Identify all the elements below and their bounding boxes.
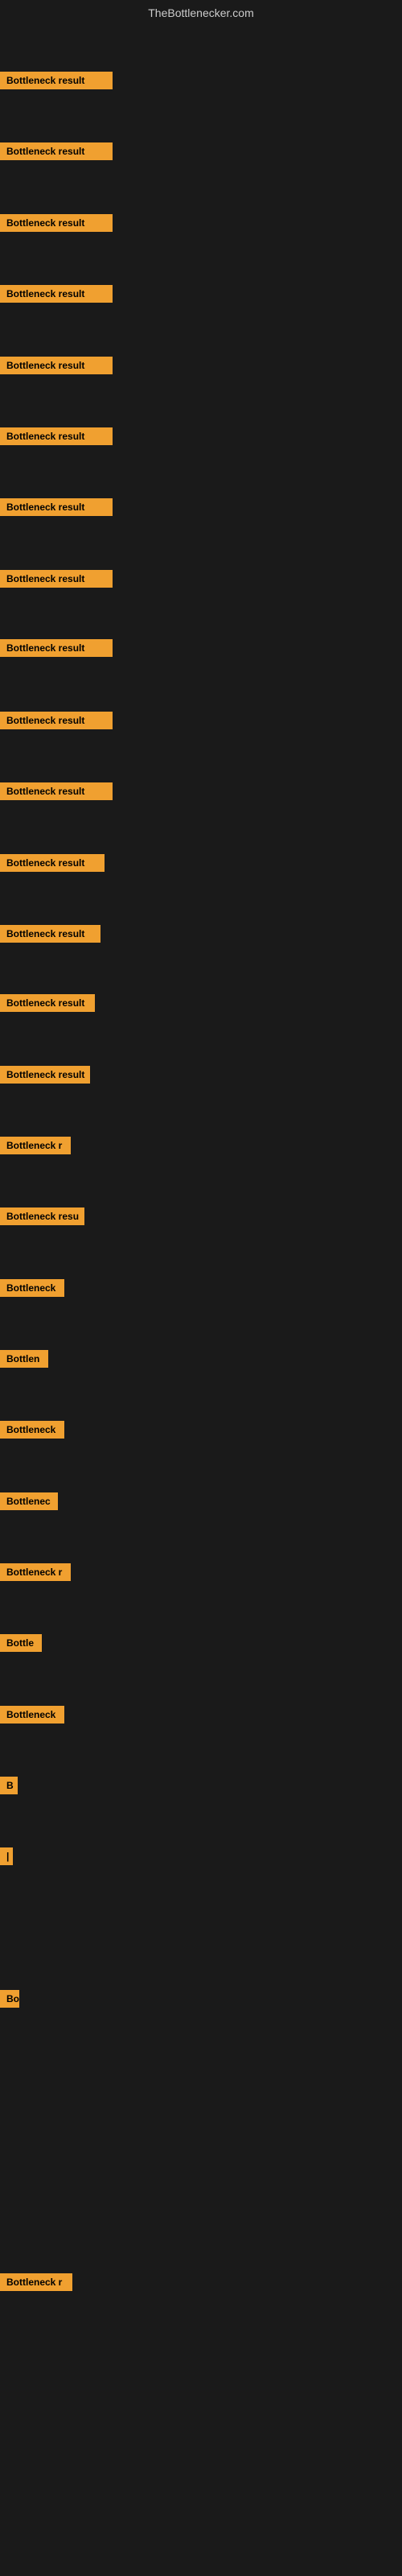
bottleneck-badge-6[interactable]: Bottleneck result [0,427,113,445]
bottleneck-item-22: Bottleneck r [0,1563,71,1585]
bottleneck-badge-4[interactable]: Bottleneck result [0,285,113,303]
bottleneck-item-25: B [0,1777,18,1798]
bottleneck-item-16: Bottleneck r [0,1137,71,1158]
bottleneck-item-8: Bottleneck result [0,570,113,592]
bottleneck-item-1: Bottleneck result [0,72,113,93]
bottleneck-badge-28[interactable]: Bottleneck r [0,2273,72,2291]
bottleneck-item-24: Bottleneck [0,1706,64,1728]
bottleneck-badge-8[interactable]: Bottleneck result [0,570,113,588]
bottleneck-badge-13[interactable]: Bottleneck result [0,925,100,943]
bottleneck-badge-5[interactable]: Bottleneck result [0,357,113,374]
bottleneck-item-6: Bottleneck result [0,427,113,449]
bottleneck-badge-23[interactable]: Bottle [0,1634,42,1652]
bottleneck-item-13: Bottleneck result [0,925,100,947]
bottleneck-item-21: Bottlenec [0,1492,58,1514]
bottleneck-badge-18[interactable]: Bottleneck [0,1279,64,1297]
bottleneck-item-5: Bottleneck result [0,357,113,378]
bottleneck-item-3: Bottleneck result [0,214,113,236]
site-title: TheBottlenecker.com [0,0,402,26]
bottleneck-item-28: Bottleneck r [0,2273,72,2295]
bottleneck-badge-9[interactable]: Bottleneck result [0,639,113,657]
bottleneck-badge-12[interactable]: Bottleneck result [0,854,105,872]
bottleneck-item-12: Bottleneck result [0,854,105,876]
bottleneck-badge-11[interactable]: Bottleneck result [0,782,113,800]
bottleneck-badge-14[interactable]: Bottleneck result [0,994,95,1012]
bottleneck-badge-22[interactable]: Bottleneck r [0,1563,71,1581]
bottleneck-badge-17[interactable]: Bottleneck resu [0,1208,84,1225]
bottleneck-item-10: Bottleneck result [0,712,113,733]
bottleneck-badge-26[interactable]: | [0,1847,13,1865]
bottleneck-item-14: Bottleneck result [0,994,95,1016]
bottleneck-item-27: Bo [0,1990,19,2012]
bottleneck-item-9: Bottleneck result [0,639,113,661]
bottleneck-badge-25[interactable]: B [0,1777,18,1794]
bottleneck-badge-20[interactable]: Bottleneck [0,1421,64,1439]
bottleneck-item-11: Bottleneck result [0,782,113,804]
bottleneck-item-18: Bottleneck [0,1279,64,1301]
bottleneck-badge-3[interactable]: Bottleneck result [0,214,113,232]
bottleneck-badge-15[interactable]: Bottleneck result [0,1066,90,1084]
bottleneck-item-19: Bottlen [0,1350,48,1372]
bottleneck-badge-24[interactable]: Bottleneck [0,1706,64,1724]
bottleneck-item-17: Bottleneck resu [0,1208,84,1229]
bottleneck-badge-19[interactable]: Bottlen [0,1350,48,1368]
bottleneck-badge-2[interactable]: Bottleneck result [0,142,113,160]
bottleneck-badge-21[interactable]: Bottlenec [0,1492,58,1510]
bottleneck-item-4: Bottleneck result [0,285,113,307]
bottleneck-item-15: Bottleneck result [0,1066,90,1088]
bottleneck-badge-16[interactable]: Bottleneck r [0,1137,71,1154]
bottleneck-badge-27[interactable]: Bo [0,1990,19,2008]
bottleneck-item-20: Bottleneck [0,1421,64,1443]
bottleneck-badge-10[interactable]: Bottleneck result [0,712,113,729]
bottleneck-item-26: | [0,1847,13,1869]
bottleneck-item-2: Bottleneck result [0,142,113,164]
bottleneck-badge-7[interactable]: Bottleneck result [0,498,113,516]
bottleneck-item-23: Bottle [0,1634,42,1656]
bottleneck-badge-1[interactable]: Bottleneck result [0,72,113,89]
bottleneck-item-7: Bottleneck result [0,498,113,520]
